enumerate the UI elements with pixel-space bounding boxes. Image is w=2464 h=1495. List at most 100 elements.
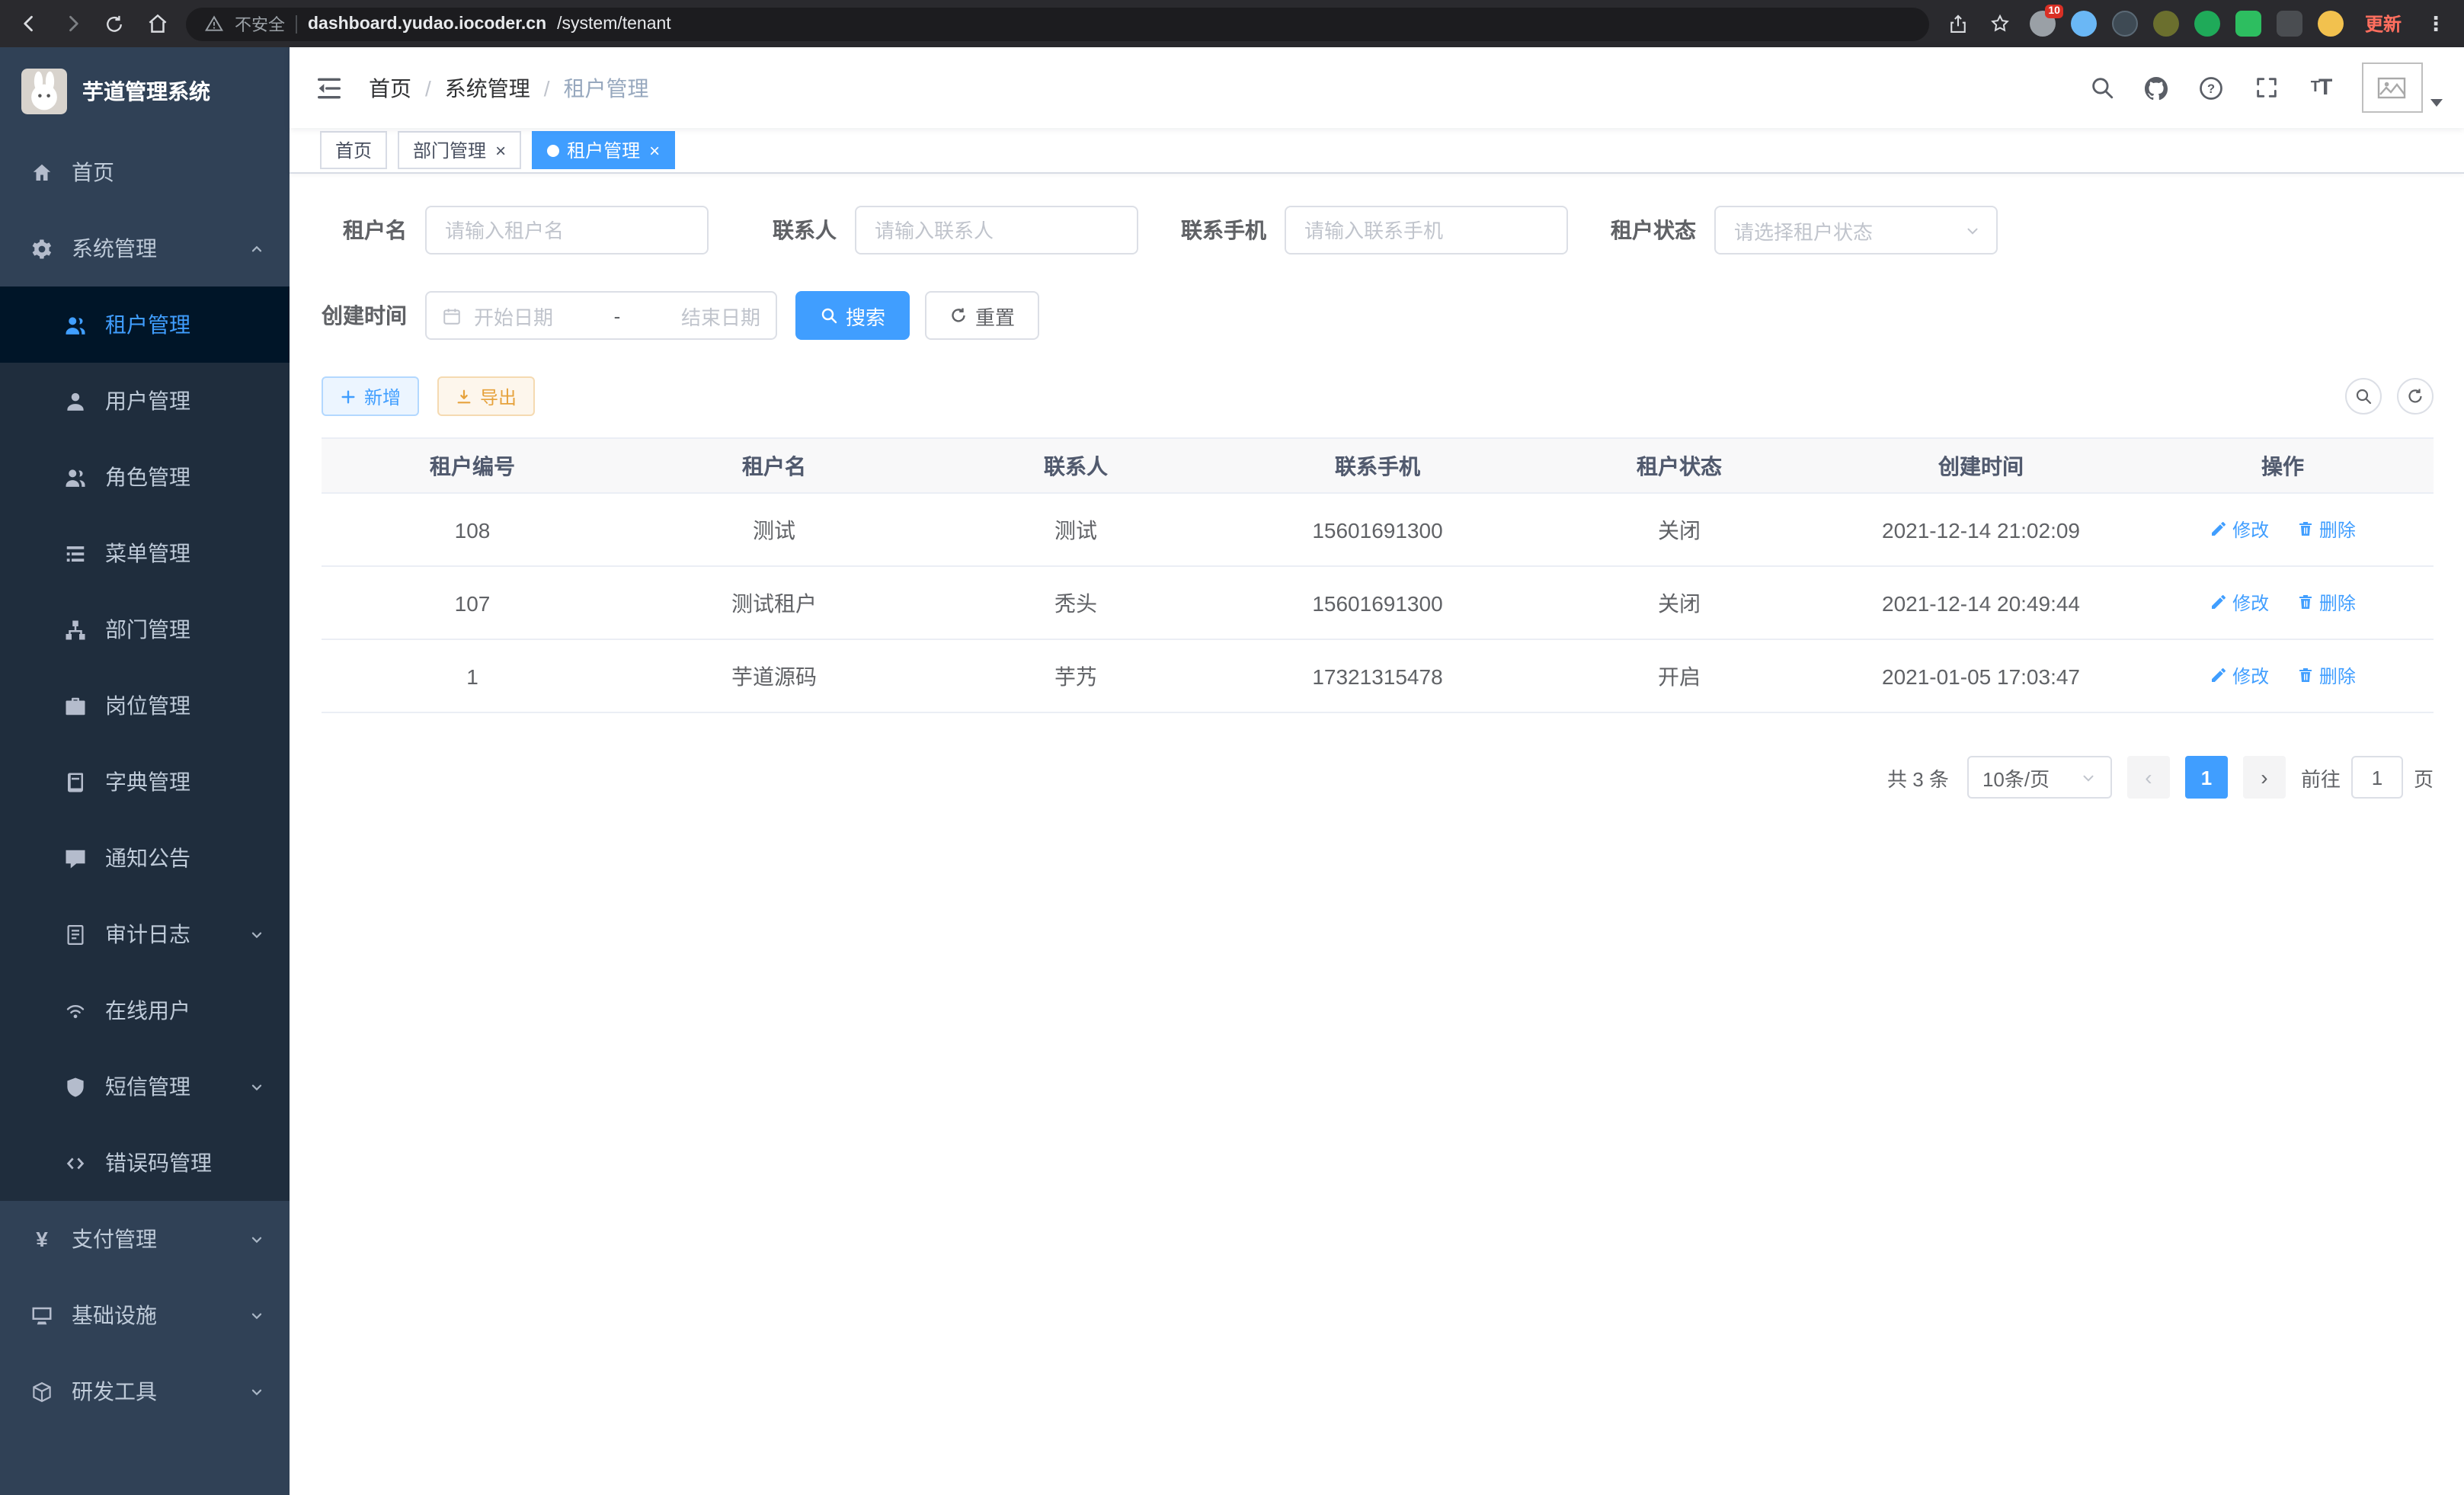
- svg-text:?: ?: [2207, 82, 2215, 95]
- sidebar-item-home[interactable]: 首页: [0, 134, 290, 210]
- code-icon: [64, 1151, 87, 1174]
- roles-icon: [64, 466, 87, 488]
- security-label[interactable]: 不安全: [235, 11, 285, 36]
- sidebar-fold-icon[interactable]: [314, 72, 344, 103]
- cell-contact: 秃头: [925, 566, 1227, 639]
- sidebar-item-dict-management[interactable]: 字典管理: [0, 744, 290, 820]
- delete-link[interactable]: 删除: [2296, 517, 2356, 543]
- edit-link[interactable]: 修改: [2210, 517, 2269, 543]
- tab-dept-management[interactable]: 部门管理 ×: [398, 131, 521, 169]
- extension-icon[interactable]: [2153, 11, 2179, 37]
- close-icon[interactable]: ×: [649, 141, 660, 159]
- tenant-name-input[interactable]: [425, 206, 709, 255]
- next-page-button[interactable]: ›: [2243, 756, 2286, 799]
- breadcrumb-home[interactable]: 首页: [369, 72, 411, 103]
- goto-page: 前往 页: [2301, 756, 2434, 799]
- sidebar-item-role-management[interactable]: 角色管理: [0, 439, 290, 515]
- add-button[interactable]: 新增: [322, 376, 419, 416]
- extension-icon[interactable]: [2071, 11, 2097, 37]
- toggle-search-icon[interactable]: [2345, 378, 2382, 415]
- sidebar-item-post-management[interactable]: 岗位管理: [0, 667, 290, 744]
- home-icon[interactable]: [143, 10, 171, 37]
- sidebar-item-label: 在线用户: [105, 995, 190, 1026]
- search-icon[interactable]: [2078, 63, 2124, 112]
- extension-icon[interactable]: [2235, 11, 2261, 37]
- cell-tenant-id: 107: [322, 566, 623, 639]
- share-icon[interactable]: [1944, 10, 1972, 37]
- sidebar-item-menu-management[interactable]: 菜单管理: [0, 515, 290, 591]
- sidebar-logo[interactable]: 芋道管理系统: [0, 47, 290, 134]
- page-number-1[interactable]: 1: [2185, 756, 2228, 799]
- refresh-table-icon[interactable]: [2397, 378, 2434, 415]
- sidebar-item-error-code-management[interactable]: 错误码管理: [0, 1125, 290, 1201]
- sidebar-item-online-users[interactable]: 在线用户: [0, 972, 290, 1048]
- delete-link[interactable]: 删除: [2296, 590, 2356, 616]
- date-range-input[interactable]: 开始日期 - 结束日期: [425, 291, 777, 340]
- chevron-down-icon: [1964, 222, 1981, 238]
- edit-label: 修改: [2232, 663, 2269, 689]
- sidebar-item-sms-management[interactable]: 短信管理: [0, 1048, 290, 1125]
- help-icon[interactable]: ?: [2188, 63, 2234, 112]
- document-icon: [64, 923, 87, 946]
- screen: 不安全 dashboard.yudao.iocoder.cn/system/te…: [0, 0, 2464, 1495]
- cell-tenant-name: 测试租户: [623, 566, 925, 639]
- goto-page-input[interactable]: [2351, 756, 2403, 799]
- extension-icon[interactable]: [2277, 11, 2302, 37]
- page-size-select[interactable]: 10条/页: [1967, 756, 2112, 799]
- cell-status: 开启: [1528, 639, 1830, 712]
- update-button[interactable]: 更新: [2359, 11, 2408, 37]
- plus-icon: [340, 388, 357, 405]
- sidebar-item-dept-management[interactable]: 部门管理: [0, 591, 290, 667]
- edit-link[interactable]: 修改: [2210, 663, 2269, 689]
- field-label: 创建时间: [322, 300, 425, 331]
- delete-label: 删除: [2319, 590, 2356, 616]
- tab-tenant-management[interactable]: 租户管理 ×: [532, 131, 675, 169]
- chevron-down-icon: [2080, 769, 2097, 786]
- col-header-status: 租户状态: [1528, 438, 1830, 493]
- forward-icon[interactable]: [58, 10, 85, 37]
- export-button[interactable]: 导出: [437, 376, 535, 416]
- sidebar-item-notice-announcement[interactable]: 通知公告: [0, 820, 290, 896]
- reload-icon[interactable]: [101, 10, 128, 37]
- sidebar-item-audit-log[interactable]: 审计日志: [0, 896, 290, 972]
- browser-menu-icon[interactable]: ⋮: [2423, 11, 2449, 36]
- status-select[interactable]: 请选择租户状态: [1714, 206, 1998, 255]
- breadcrumb-separator: /: [544, 75, 550, 100]
- sidebar-item-system-management[interactable]: 系统管理: [0, 210, 290, 287]
- add-button-label: 新增: [364, 383, 401, 409]
- back-icon[interactable]: [15, 10, 43, 37]
- fullscreen-icon[interactable]: [2243, 63, 2289, 112]
- contact-input[interactable]: [855, 206, 1138, 255]
- sidebar-item-dev-tools[interactable]: 研发工具: [0, 1353, 290, 1429]
- refresh-icon: [949, 306, 968, 325]
- user-menu[interactable]: [2362, 62, 2443, 113]
- gear-icon: [30, 237, 53, 260]
- sidebar-submenu-system: 租户管理 用户管理 角色管理 菜单管理 部门管理: [0, 287, 290, 1201]
- extensions-menu-icon[interactable]: 10: [2030, 11, 2056, 37]
- address-bar[interactable]: 不安全 dashboard.yudao.iocoder.cn/system/te…: [186, 7, 1929, 40]
- phone-input[interactable]: [1285, 206, 1568, 255]
- delete-label: 删除: [2319, 663, 2356, 689]
- breadcrumb-section[interactable]: 系统管理: [445, 72, 530, 103]
- sidebar-item-user-management[interactable]: 用户管理: [0, 363, 290, 439]
- reset-button[interactable]: 重置: [925, 291, 1039, 340]
- profile-avatar[interactable]: [2318, 11, 2344, 37]
- cell-tenant-id: 1: [322, 639, 623, 712]
- search-button[interactable]: 搜索: [795, 291, 910, 340]
- github-icon[interactable]: [2133, 63, 2179, 112]
- extension-icon[interactable]: [2194, 11, 2220, 37]
- extension-icon[interactable]: [2112, 11, 2138, 37]
- cell-contact: 芋艿: [925, 639, 1227, 712]
- sidebar-item-infrastructure[interactable]: 基础设施: [0, 1277, 290, 1353]
- font-size-icon[interactable]: TT: [2298, 63, 2344, 112]
- close-icon[interactable]: ×: [495, 141, 506, 159]
- bookmark-star-icon[interactable]: [1987, 10, 2014, 37]
- delete-link[interactable]: 删除: [2296, 663, 2356, 689]
- col-header-created: 创建时间: [1830, 438, 2132, 493]
- sidebar-item-payment-management[interactable]: ¥ 支付管理: [0, 1201, 290, 1277]
- sidebar-item-tenant-management[interactable]: 租户管理: [0, 287, 290, 363]
- tab-home[interactable]: 首页: [320, 131, 387, 169]
- prev-page-button[interactable]: ‹: [2127, 756, 2170, 799]
- edit-link[interactable]: 修改: [2210, 590, 2269, 616]
- sidebar-item-label: 租户管理: [105, 309, 190, 340]
